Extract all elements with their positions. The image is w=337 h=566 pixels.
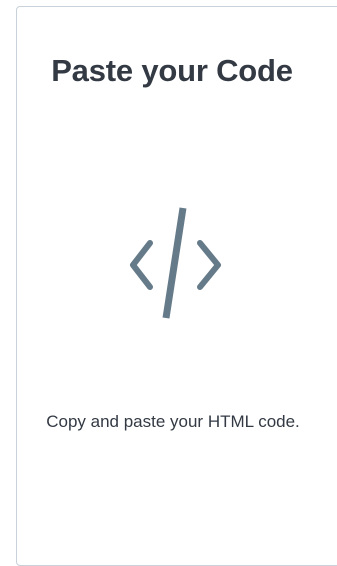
card-title: Paste your Code [51,53,293,88]
paste-code-card[interactable]: Paste your Code Copy and paste your HTML… [16,6,337,566]
card-description: Copy and paste your HTML code. [46,412,300,431]
code-icon [130,207,221,319]
